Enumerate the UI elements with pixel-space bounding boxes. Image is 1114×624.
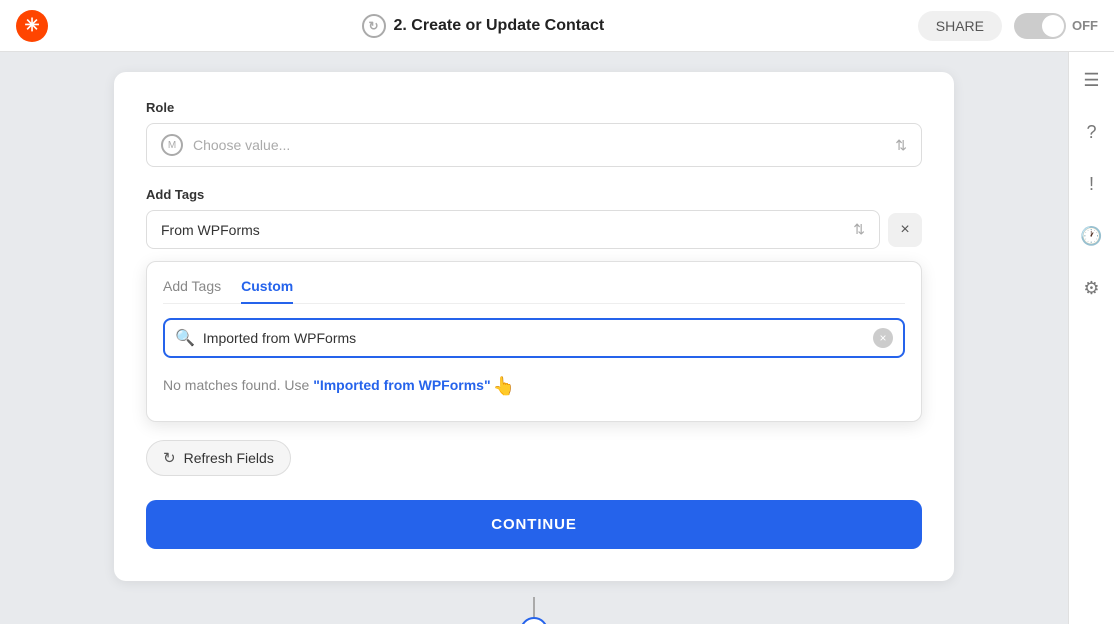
main-content: Role M Choose value... ⇅ Add Tags From W… [0, 52, 1068, 624]
tab-custom[interactable]: Custom [241, 278, 293, 304]
connector-line [533, 597, 535, 617]
toggle-wrap: OFF [1014, 13, 1098, 39]
refresh-icon: ↻ [163, 449, 176, 467]
no-matches-prefix: No matches found. Use [163, 377, 313, 393]
role-select-left: M Choose value... [161, 134, 290, 156]
toggle-label: OFF [1072, 18, 1098, 33]
help-icon[interactable]: ? [1076, 116, 1108, 148]
tags-arrows-icon: ⇅ [853, 221, 865, 238]
alert-icon[interactable]: ! [1076, 168, 1108, 200]
search-input-wrap: 🔍 × [163, 318, 905, 358]
role-select[interactable]: M Choose value... ⇅ [146, 123, 922, 167]
topbar-right: SHARE OFF [918, 11, 1098, 41]
no-matches-text: No matches found. Use "Imported from WPF… [163, 372, 905, 405]
page-title-text: 2. Create or Update Contact [394, 17, 605, 35]
bottom-connector: + [520, 597, 548, 624]
role-label: Role [146, 100, 922, 115]
step-icon: ↻ [362, 14, 386, 38]
clock-icon[interactable]: 🕐 [1076, 220, 1108, 252]
search-icon: 🔍 [175, 328, 195, 348]
no-matches-link[interactable]: "Imported from WPForms" [313, 377, 490, 393]
tab-add-tags[interactable]: Add Tags [163, 278, 221, 304]
role-placeholder: Choose value... [193, 137, 290, 153]
add-tags-row: From WPForms ⇅ × [146, 210, 922, 249]
search-input[interactable] [203, 320, 865, 356]
tags-select[interactable]: From WPForms ⇅ [146, 210, 880, 249]
settings-icon[interactable]: ⚙ [1076, 272, 1108, 304]
menu-icon[interactable]: ☰ [1076, 64, 1108, 96]
topbar: ✳ ↻ 2. Create or Update Contact SHARE OF… [0, 0, 1114, 52]
add-step-button[interactable]: + [520, 617, 548, 624]
refresh-fields-button[interactable]: ↻ Refresh Fields [146, 440, 291, 476]
app-logo: ✳ [16, 10, 48, 42]
dropdown-tabs: Add Tags Custom [163, 278, 905, 304]
refresh-fields-label: Refresh Fields [184, 450, 274, 466]
continue-button[interactable]: CONTINUE [146, 500, 922, 549]
page-title: ↻ 2. Create or Update Contact [362, 14, 605, 38]
role-icon: M [161, 134, 183, 156]
search-clear-button[interactable]: × [873, 328, 893, 348]
card: Role M Choose value... ⇅ Add Tags From W… [114, 72, 954, 581]
toggle-switch[interactable] [1014, 13, 1066, 39]
tags-select-value: From WPForms [161, 222, 260, 238]
cursor-icon: 👆 [493, 376, 515, 397]
share-button[interactable]: SHARE [918, 11, 1002, 41]
dropdown-panel: Add Tags Custom 🔍 × No matches found. Us… [146, 261, 922, 422]
toggle-knob [1042, 15, 1064, 37]
right-sidebar: ☰ ? ! 🕐 ⚙ [1068, 52, 1114, 624]
role-arrows-icon: ⇅ [895, 137, 907, 154]
add-tags-label: Add Tags [146, 187, 922, 202]
tags-close-button[interactable]: × [888, 213, 922, 247]
